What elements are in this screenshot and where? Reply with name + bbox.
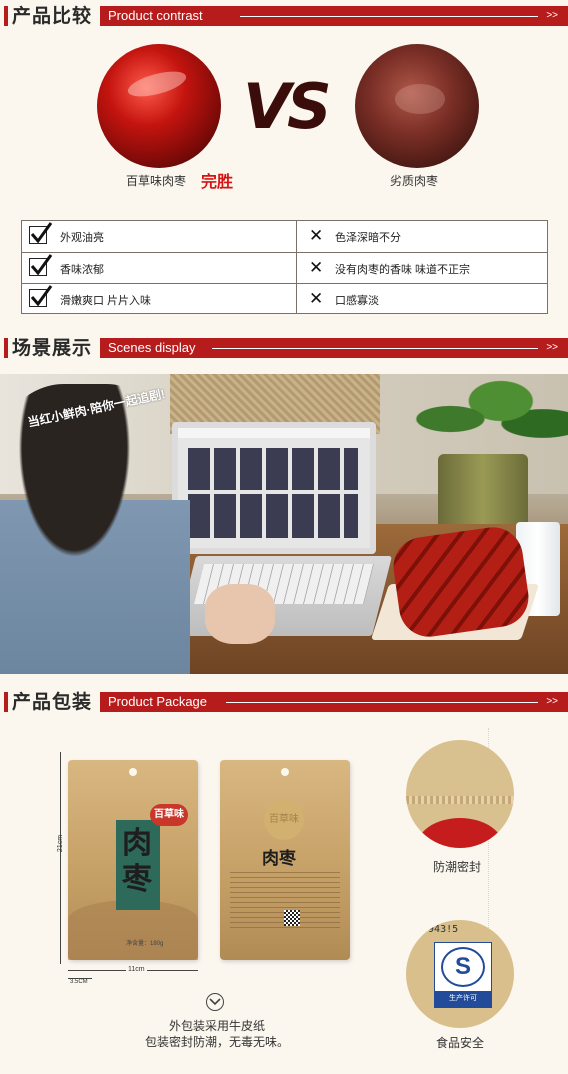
good-cell: 香味浓郁 (22, 253, 297, 284)
bad-cell: ✕ 没有肉枣的香味 味道不正宗 (297, 253, 547, 284)
gusset-dimension-label: 3.5CM (70, 979, 88, 985)
good-product-label: 百草味肉枣 (126, 174, 187, 188)
height-dimension-line (60, 752, 61, 964)
checkmark-icon (29, 254, 53, 276)
good-cell: 外观油亮 (22, 221, 297, 252)
brand-logo: 百草味 (264, 800, 304, 840)
width-dimension-label: 11cm (126, 966, 147, 973)
section-title-bar: Product Package >> (100, 692, 568, 712)
bad-product-label: 劣质肉枣 (390, 174, 439, 188)
bad-cell: ✕ 口感寡淡 (297, 284, 547, 314)
cross-icon: ✕ (309, 289, 324, 308)
bad-sausage-image (355, 44, 479, 168)
package-note: 外包装采用牛皮纸 包装密封防潮，无毒无味。 (132, 1018, 302, 1050)
net-weight-text: 净含量：180g (126, 941, 164, 947)
cross-icon: ✕ (309, 226, 324, 245)
good-sausage-image (97, 44, 221, 168)
checkmark-icon (29, 285, 53, 307)
double-arrow-icon: >> (546, 10, 558, 21)
sausage-plate-image (389, 523, 533, 641)
cross-icon: ✕ (309, 258, 324, 277)
package-front-image: 百草味 肉枣 净含量：180g (68, 760, 198, 960)
qr-code-icon (284, 910, 300, 926)
table-row: 外观油亮 ✕ 色泽深暗不分 (22, 221, 547, 252)
section-title-en: Scenes display (108, 340, 196, 355)
section-title-cn: 产品比较 (12, 5, 93, 27)
good-feature-text: 外观油亮 (60, 232, 104, 244)
bad-feature-text: 色泽深暗不分 (335, 232, 401, 244)
height-dimension-label: 21cm (57, 834, 65, 853)
section-marker (4, 692, 8, 712)
section-header-package: 产品包装 Product Package >> (0, 690, 568, 714)
package-title: 肉枣 (122, 826, 152, 897)
section-header-compare: 产品比较 Product contrast >> (0, 4, 568, 28)
package-title: 肉枣 (262, 849, 296, 869)
bad-feature-text: 口感寡淡 (335, 295, 379, 307)
qs-code-text: 5 943!5 (416, 924, 459, 935)
section-header-scene: 场景展示 Scenes display >> (0, 336, 568, 360)
section-title-bar: Scenes display >> (100, 338, 568, 358)
table-row: 香味浓郁 ✕ 没有肉枣的香味 味道不正宗 (22, 252, 547, 284)
qs-mark-detail-image: 5 943!5 S 生产许可 (406, 920, 514, 1028)
zip-seal-label: 防潮密封 (433, 860, 482, 874)
section-title-en: Product contrast (108, 8, 203, 23)
vs-text: VS (243, 70, 332, 143)
section-title-cn: 场景展示 (12, 337, 93, 359)
product-detail-page: 产品比较 Product contrast >> VS 百草味肉枣 完胜 劣质肉… (0, 0, 568, 1074)
good-feature-text: 滑嫩爽口 片片入味 (60, 295, 152, 307)
table-row: 滑嫩爽口 片片入味 ✕ 口感寡淡 (22, 283, 547, 314)
section-marker (4, 6, 8, 26)
winner-label: 完胜 (201, 174, 234, 191)
scene-photo: 当红小鲜肉·陪你一起追剧! (0, 374, 568, 674)
double-arrow-icon: >> (546, 696, 558, 707)
good-cell: 滑嫩爽口 片片入味 (22, 284, 297, 314)
comparison-table: 外观油亮 ✕ 色泽深暗不分 香味浓郁 ✕ 没有肉枣的香味 味道不正宗 滑嫩爽口 … (21, 220, 548, 314)
brand-logo: 百草味 (150, 804, 188, 826)
bad-cell: ✕ 色泽深暗不分 (297, 221, 547, 252)
section-marker (4, 338, 8, 358)
package-note-line1: 外包装采用牛皮纸 (168, 1019, 265, 1033)
qs-logo-icon: S 生产许可 (434, 942, 492, 1008)
good-feature-text: 香味浓郁 (60, 264, 104, 276)
plant-image (400, 374, 568, 464)
food-safety-label: 食品安全 (436, 1036, 485, 1050)
divider-line (240, 16, 538, 17)
divider-line (212, 348, 538, 349)
checkmark-icon (29, 222, 53, 244)
section-title-cn: 产品包装 (12, 691, 93, 713)
laptop-image (172, 422, 376, 554)
section-title-en: Product Package (108, 694, 208, 709)
section-title-bar: Product contrast >> (100, 6, 568, 26)
package-note-line2: 包装密封防潮，无毒无味。 (144, 1035, 289, 1049)
divider-line (226, 702, 538, 703)
chevron-down-icon (206, 993, 224, 1011)
double-arrow-icon: >> (546, 342, 558, 353)
zip-seal-detail-image (406, 740, 514, 848)
bad-feature-text: 没有肉枣的香味 味道不正宗 (335, 264, 471, 276)
package-back-image: 百草味 肉枣 (220, 760, 350, 960)
